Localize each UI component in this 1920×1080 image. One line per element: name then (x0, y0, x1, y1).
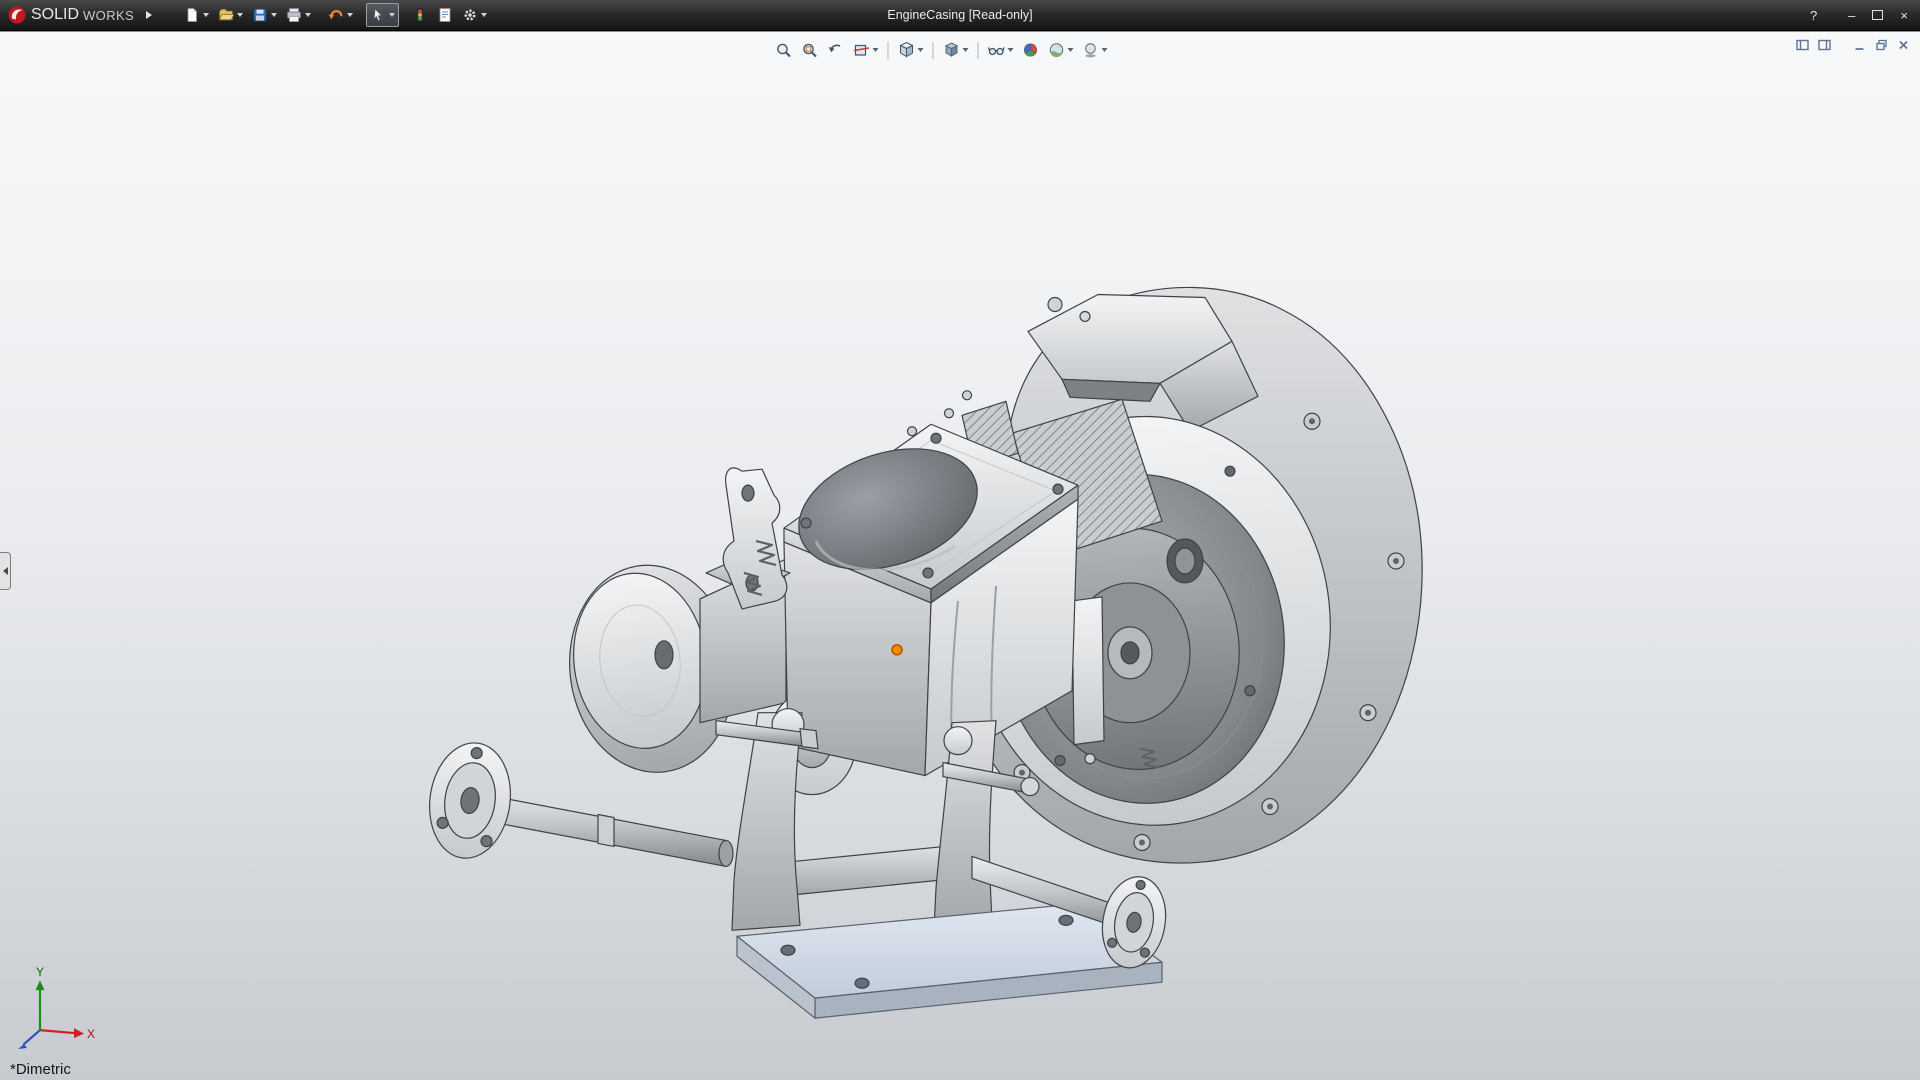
zoom-to-area-button[interactable] (797, 38, 821, 62)
bracket-and-springs[interactable] (706, 468, 790, 609)
dropdown-arrow-icon (1007, 48, 1013, 52)
options-gear-icon (462, 7, 478, 23)
dropdown-arrow-icon (237, 13, 243, 17)
save-button[interactable] (248, 3, 281, 27)
dropdown-arrow-icon (917, 48, 923, 52)
headsup-view-toolbar (771, 38, 1110, 62)
section-view-button[interactable] (849, 38, 881, 62)
maximize-icon (1872, 10, 1883, 20)
apply-scene-button[interactable] (1044, 38, 1076, 62)
new-document-icon (184, 7, 200, 23)
doc-restore-button[interactable] (1873, 37, 1890, 53)
document-window-controls (1794, 37, 1912, 53)
view-orientation-cube-icon (897, 41, 915, 59)
dropdown-arrow-icon (1101, 48, 1107, 52)
chevron-left-icon (3, 567, 8, 575)
select-cursor-icon (370, 7, 386, 23)
zoom-to-fit-icon (774, 41, 792, 59)
dropdown-arrow-icon (481, 13, 487, 17)
display-style-button[interactable] (939, 38, 971, 62)
pane-toggle-right-icon (1817, 38, 1832, 52)
zoom-to-area-icon (800, 41, 818, 59)
doc-minimize-button[interactable] (1851, 37, 1868, 53)
dropdown-arrow-icon (271, 13, 277, 17)
dropdown-arrow-icon (305, 13, 311, 17)
open-button[interactable] (214, 3, 247, 27)
window-title: EngineCasing [Read-only] (887, 8, 1032, 22)
doc-close-button[interactable] (1895, 37, 1912, 53)
titlebar: SOLID WORKS (0, 0, 1920, 31)
rebuild-button[interactable] (408, 3, 432, 27)
save-icon (252, 7, 268, 23)
view-settings-button[interactable] (1078, 38, 1110, 62)
solidworks-window: SOLID WORKS (0, 0, 1920, 1080)
z-axis-arrow-icon (18, 1044, 27, 1049)
edit-appearance-icon (1021, 41, 1039, 59)
window-controls: ? – × (1808, 8, 1920, 23)
maximize-button[interactable] (1870, 8, 1885, 23)
file-properties-icon (437, 7, 453, 23)
previous-view-button[interactable] (823, 38, 847, 62)
y-axis-label: Y (36, 965, 44, 979)
engine-casing-geometry[interactable] (422, 287, 1422, 1018)
file-properties-button[interactable] (433, 3, 457, 27)
open-folder-icon (218, 7, 234, 23)
previous-view-icon (826, 41, 844, 59)
x-axis-arrow-icon (74, 1028, 84, 1038)
edit-appearance-button[interactable] (1018, 38, 1042, 62)
undo-icon (328, 7, 344, 23)
dropdown-arrow-icon (203, 13, 209, 17)
close-icon (1896, 38, 1911, 52)
toolbar-separator (932, 42, 933, 59)
hide-show-items-button[interactable] (984, 38, 1016, 62)
options-button[interactable] (458, 3, 491, 27)
minimize-button[interactable]: – (1846, 8, 1857, 23)
zoom-to-fit-button[interactable] (771, 38, 795, 62)
featuremanager-flyout-tab[interactable] (0, 552, 11, 590)
help-button[interactable]: ? (1808, 8, 1819, 23)
feature-pane-toggle-button[interactable] (1794, 37, 1811, 53)
new-document-button[interactable] (180, 3, 213, 27)
dropdown-arrow-icon (1067, 48, 1073, 52)
display-pane-toggle-button[interactable] (1816, 37, 1833, 53)
pane-toggle-left-icon (1795, 38, 1810, 52)
main-toolbar (180, 3, 491, 27)
graphics-area[interactable]: X Y (0, 31, 1920, 1080)
toolbar-separator (887, 42, 888, 59)
engine-casing-model[interactable]: X Y (0, 32, 1920, 1080)
brand-text-solid: SOLID (31, 6, 79, 24)
x-axis-label: X (87, 1027, 95, 1041)
view-orientation-button[interactable] (894, 38, 926, 62)
dropdown-arrow-icon (962, 48, 968, 52)
section-view-icon (852, 41, 870, 59)
select-button[interactable] (366, 3, 399, 27)
solidworks-brand: SOLID WORKS (0, 5, 152, 25)
view-settings-icon (1081, 41, 1099, 59)
view-orientation-label: *Dimetric (10, 1061, 71, 1078)
dropdown-arrow-icon (872, 48, 878, 52)
rebuild-traffic-light-icon (412, 7, 428, 23)
y-axis-arrow-icon (36, 980, 45, 990)
apply-scene-icon (1047, 41, 1065, 59)
close-button[interactable]: × (1898, 8, 1910, 23)
restore-icon (1874, 38, 1889, 52)
dassault-systemes-logo-icon (7, 5, 27, 25)
origin-marker[interactable] (892, 645, 902, 655)
menu-flyout-arrow-icon[interactable] (146, 11, 152, 19)
dropdown-arrow-icon (347, 13, 353, 17)
minimize-icon (1852, 38, 1867, 52)
toolbar-separator (977, 42, 978, 59)
reference-triad[interactable]: X Y (18, 965, 95, 1049)
print-button[interactable] (282, 3, 315, 27)
undo-button[interactable] (324, 3, 357, 27)
brand-text-works: WORKS (83, 8, 134, 23)
display-style-icon (942, 41, 960, 59)
hide-show-items-icon (987, 41, 1005, 59)
dropdown-arrow-icon (389, 13, 395, 17)
print-icon (286, 7, 302, 23)
